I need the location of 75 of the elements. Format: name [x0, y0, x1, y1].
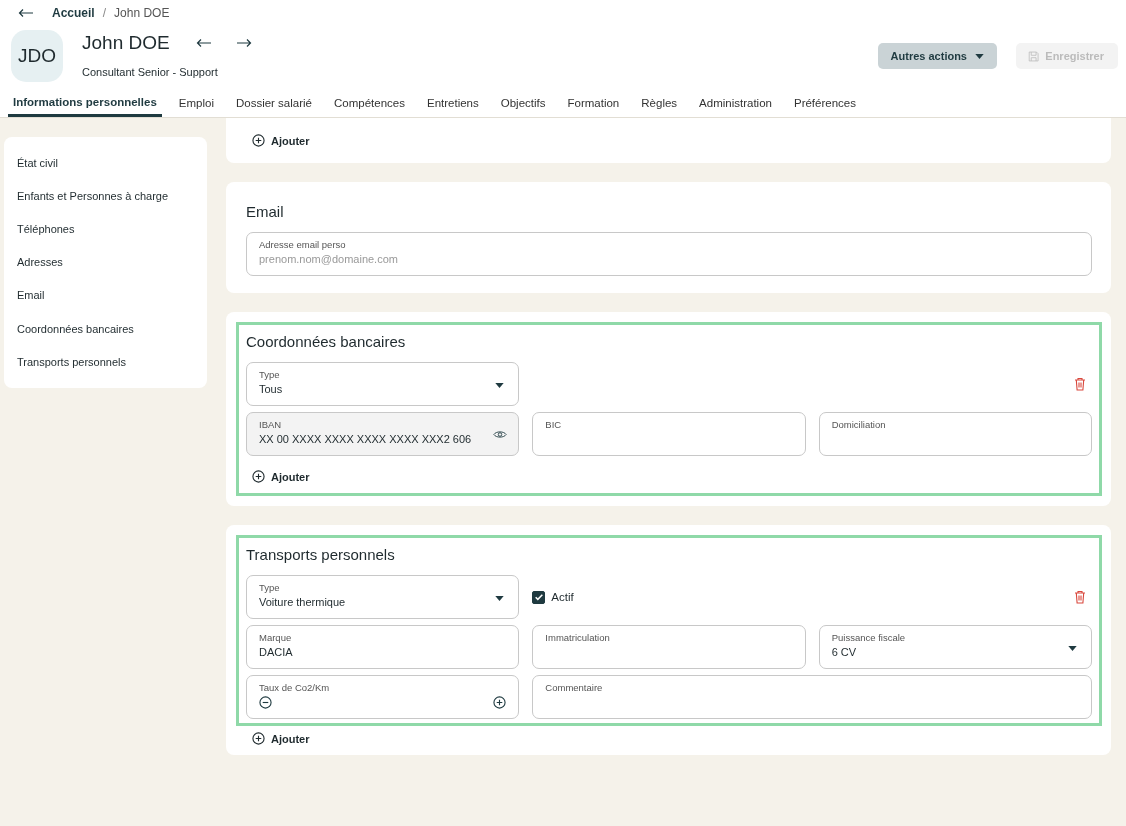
- checkbox-label: Actif: [551, 591, 574, 603]
- eye-icon[interactable]: [493, 430, 508, 439]
- field-value: 6 CV: [831, 646, 857, 659]
- select-field[interactable]: Type Tous: [246, 362, 520, 406]
- tab[interactable]: Objectifs: [489, 90, 557, 117]
- dropdown-caret-icon: [1068, 646, 1077, 651]
- input-field[interactable]: Domiciliation: [818, 412, 1092, 456]
- plus-icon: [252, 732, 265, 745]
- field-label: Commentaire: [545, 682, 604, 693]
- plus-icon: [252, 470, 265, 483]
- more-actions-button[interactable]: Autres actions: [877, 43, 997, 69]
- tab[interactable]: Règles: [630, 90, 689, 117]
- field-label: IBAN: [259, 419, 283, 430]
- sidebar-item[interactable]: Enfants et Personnes à charge: [4, 179, 207, 213]
- select-field[interactable]: Puissance fiscale 6 CV: [818, 625, 1092, 669]
- employee-name: John DOE: [82, 32, 170, 54]
- breadcrumb-link[interactable]: Accueil: [52, 5, 95, 20]
- tab[interactable]: Préférences: [782, 90, 867, 117]
- field-label: BIC: [545, 419, 563, 430]
- sidebar-item[interactable]: Téléphones: [4, 212, 207, 246]
- field-label: Taux de Co2/Km: [259, 682, 331, 693]
- tab[interactable]: Emploi: [167, 90, 225, 117]
- field-value: DACIA: [259, 646, 293, 659]
- tab[interactable]: Compétences: [323, 90, 416, 117]
- trash-icon[interactable]: [1074, 377, 1086, 391]
- number-stepper[interactable]: Taux de Co2/Km: [246, 675, 520, 719]
- section-title: Transports personnels: [246, 546, 396, 563]
- dropdown-caret-icon: [495, 596, 505, 601]
- add-button[interactable]: Ajouter: [236, 726, 326, 745]
- job-title: Consultant Senior - Support: [82, 66, 219, 78]
- tab[interactable]: Entretiens: [415, 90, 490, 117]
- add-button[interactable]: Ajouter: [246, 126, 316, 153]
- sidebar-item[interactable]: Coordonnées bancaires: [4, 311, 207, 346]
- breadcrumb-current: John DOE: [114, 5, 170, 20]
- add-button[interactable]: Ajouter: [246, 462, 316, 489]
- input-field[interactable]: Immatriculation: [532, 625, 806, 669]
- tab[interactable]: Administration: [688, 90, 783, 117]
- field-label: Type: [259, 582, 281, 593]
- minus-icon[interactable]: [259, 696, 272, 709]
- next-arrow-icon[interactable]: [235, 38, 252, 48]
- dropdown-caret-icon: [495, 383, 505, 388]
- tab[interactable]: Informations personnelles: [8, 90, 162, 117]
- field-value: Tous: [259, 383, 283, 396]
- field-label: Marque: [259, 632, 293, 643]
- sidebar-item[interactable]: État civil: [4, 146, 207, 180]
- field-label: Immatriculation: [545, 632, 611, 643]
- section-title: Email: [246, 203, 285, 220]
- caret-icon: [975, 53, 984, 59]
- tab[interactable]: Dossier salarié: [224, 90, 323, 117]
- sidebar-item[interactable]: Transports personnels: [4, 345, 207, 379]
- field-label: Puissance fiscale: [831, 632, 907, 643]
- field-label: Type: [259, 369, 281, 380]
- input-field[interactable]: IBAN XX 00 XXXX XXXX XXXX XXXX XXX2 606: [246, 412, 520, 456]
- select-field[interactable]: Type Voiture thermique: [246, 575, 520, 619]
- avatar: JDO: [11, 30, 63, 82]
- comment-field[interactable]: Commentaire: [532, 675, 1092, 719]
- field-label: Adresse email perso: [259, 239, 347, 250]
- field-label: Domiciliation: [831, 419, 887, 430]
- tab[interactable]: Formation: [556, 90, 631, 117]
- section-title: Coordonnées bancaires: [246, 333, 407, 350]
- field-value: Voiture thermique: [259, 596, 346, 609]
- input-field[interactable]: Marque DACIA: [246, 625, 520, 669]
- sidebar-item[interactable]: Adresses: [4, 245, 207, 279]
- plus-icon: [252, 134, 265, 147]
- field-value: XX 00 XXXX XXXX XXXX XXXX XXX2 606: [259, 433, 472, 446]
- previous-arrow-icon[interactable]: [195, 38, 212, 48]
- back-arrow-icon[interactable]: [18, 7, 34, 18]
- breadcrumb-separator: /: [102, 5, 107, 20]
- trash-icon[interactable]: [1074, 590, 1086, 604]
- input-field[interactable]: Adresse email perso prenom.nom@domaine.com: [246, 232, 1092, 276]
- sidebar-item[interactable]: Email: [4, 278, 207, 312]
- input-field[interactable]: BIC: [532, 412, 806, 456]
- placeholder-text: prenom.nom@domaine.com: [259, 253, 398, 266]
- plus-icon[interactable]: [493, 696, 507, 709]
- checkbox[interactable]: [532, 590, 546, 604]
